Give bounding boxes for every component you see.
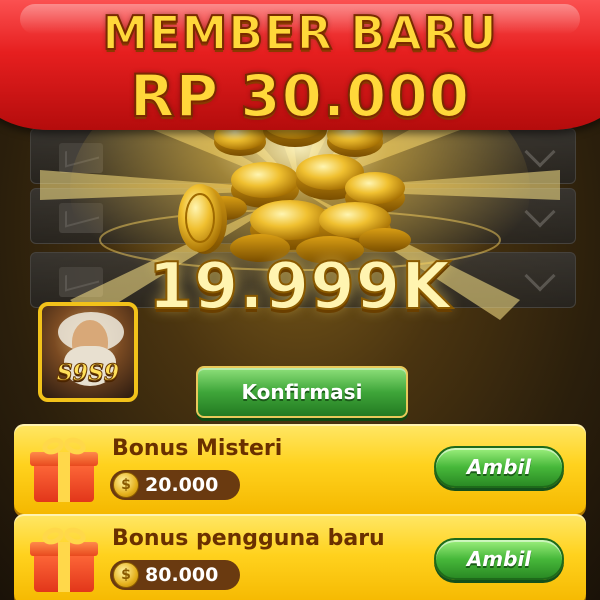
claim-button-label: Ambil <box>466 455 532 479</box>
claim-button[interactable]: Ambil <box>434 446 564 488</box>
coin-icon: $ <box>113 562 139 588</box>
claim-button[interactable]: Ambil <box>434 538 564 580</box>
background-list-row <box>30 188 576 244</box>
envelope-icon <box>59 143 103 173</box>
banner-amount: RP 30.000 <box>129 61 471 131</box>
bonus-title: Bonus Misteri <box>112 436 283 461</box>
bonus-card-new-user: Bonus pengguna baru $ 80.000 Ambil <box>14 514 586 600</box>
confirm-button[interactable]: Konfirmasi <box>196 366 408 418</box>
gift-box-icon <box>28 434 100 504</box>
bonus-amount: 20.000 <box>145 474 219 496</box>
banner-title: MEMBER BARU <box>101 5 498 61</box>
bonus-amount-pill: $ 20.000 <box>110 470 240 500</box>
chevron-down-icon <box>524 196 556 228</box>
bonus-title: Bonus pengguna baru <box>112 526 385 551</box>
claim-button-label: Ambil <box>466 547 532 571</box>
logo-text: S9S9 <box>56 360 120 387</box>
gift-box-icon <box>28 524 100 594</box>
bonus-amount: 80.000 <box>145 564 219 586</box>
bonus-amount-pill: $ 80.000 <box>110 560 240 590</box>
game-logo: S9S9 <box>38 302 138 402</box>
reward-popup: MEMBER BARU RP 30.000 19.999K S9S9 Konfi… <box>0 0 600 600</box>
coin-icon: $ <box>113 472 139 498</box>
envelope-icon <box>59 203 103 233</box>
confirm-button-label: Konfirmasi <box>241 380 363 404</box>
chevron-down-icon <box>524 136 556 168</box>
bonus-card-mystery: Bonus Misteri $ 20.000 Ambil <box>14 424 586 514</box>
background-list-row <box>30 128 576 184</box>
